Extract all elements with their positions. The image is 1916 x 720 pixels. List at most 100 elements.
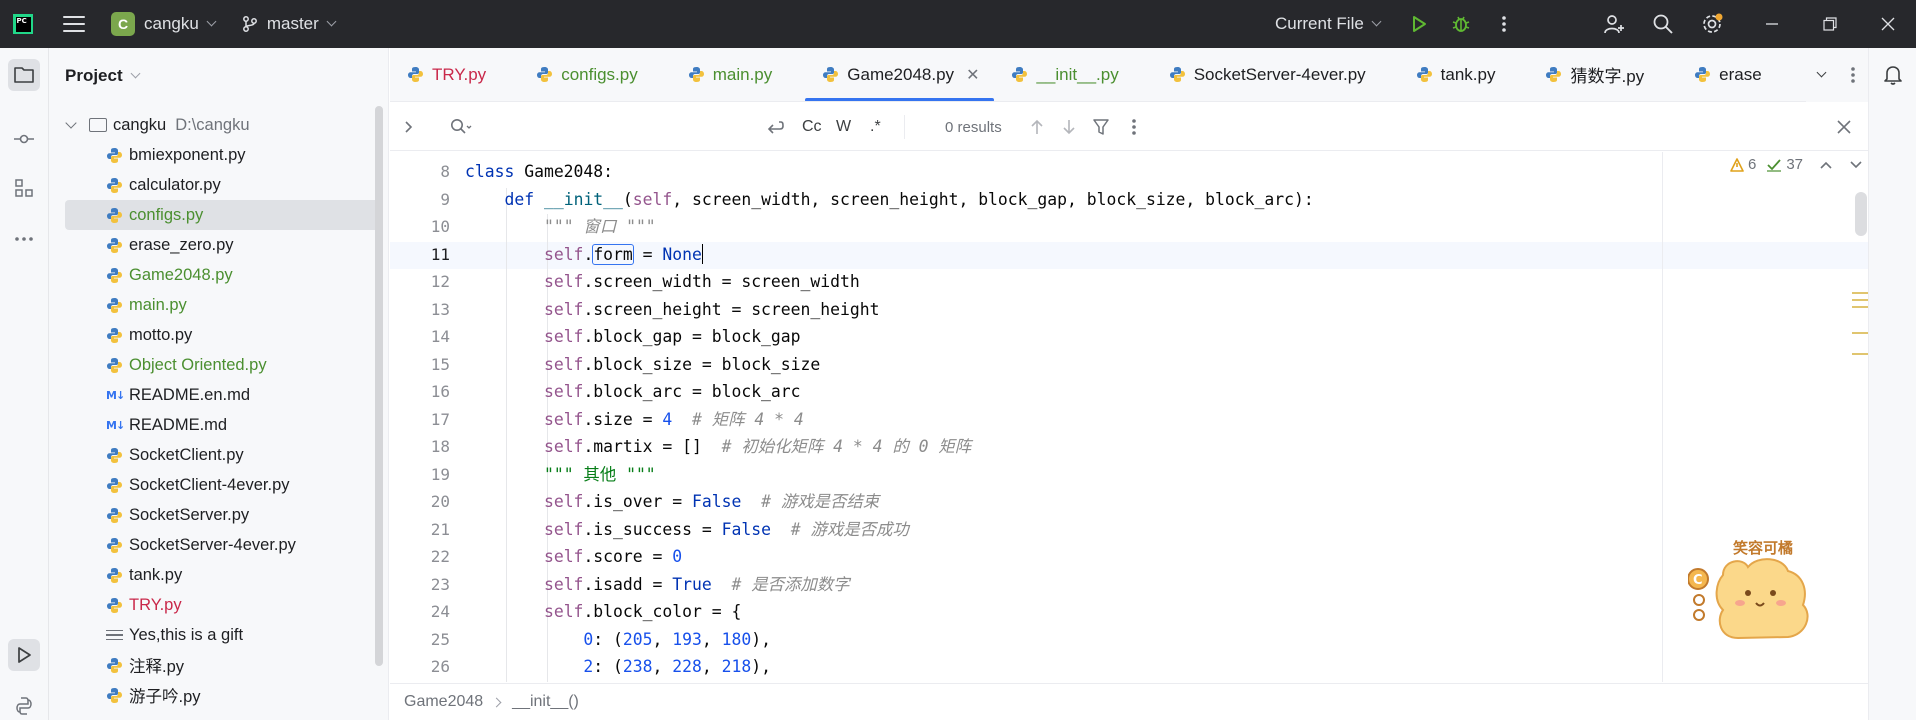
restore-window-icon[interactable] [1818,12,1842,36]
python-console-icon[interactable] [8,690,40,720]
python-file-icon [107,297,122,313]
project-file-row[interactable]: bmiexponent.py [49,140,379,170]
code-line[interactable]: self.isadd = True # 是否添加数字 [465,571,850,599]
project-badge[interactable]: C [111,12,135,36]
code-line[interactable]: self.screen_height = screen_height [465,296,880,324]
next-highlighted-error-icon[interactable] [1849,160,1863,170]
search-icon[interactable] [450,103,472,151]
code-line[interactable]: self.size = 4 # 矩阵 4 * 4 [465,406,804,434]
project-file-row[interactable]: tank.py [49,560,379,590]
minimize-window-icon[interactable] [1760,12,1784,36]
project-file-row[interactable]: Object Oriented.py [49,350,379,380]
code-line[interactable]: def __init__(self, screen_width, screen_… [465,186,1313,214]
previous-occurrence-icon[interactable] [1030,103,1044,151]
notifications-bell-icon[interactable] [1877,59,1909,91]
run-configuration-selector[interactable]: Current File [1275,14,1382,34]
new-line-icon[interactable] [765,103,785,151]
search-input[interactable] [482,103,682,151]
close-tab-icon[interactable]: ✕ [966,65,979,85]
code-line[interactable]: self.block_arc = block_arc [465,378,801,406]
project-file-row[interactable]: SocketServer.py [49,500,379,530]
project-file-row[interactable]: configs.py [65,200,379,230]
editor-tab[interactable]: __init__.py [994,48,1151,101]
line-number-gutter[interactable]: 8 9 10 11 12 13 14 15 16 17 18 19 20 21 22 23 24 25 26 [390,152,450,682]
main-menu-icon[interactable] [63,16,85,32]
project-file-row[interactable]: erase_zero.py [49,230,379,260]
code-line[interactable]: """ 其他 """ [465,461,656,489]
add-user-icon[interactable] [1602,12,1626,36]
search-options-icon[interactable] [1131,103,1137,151]
project-panel-title[interactable]: Project [65,66,141,86]
project-file-row[interactable]: SocketClient-4ever.py [49,470,379,500]
search-everywhere-icon[interactable] [1651,12,1675,36]
code-line[interactable]: self.score = 0 [465,543,682,571]
editor-tab[interactable]: main.py [671,48,806,101]
more-tool-windows-icon[interactable] [8,223,40,255]
project-file-row[interactable]: main.py [49,290,379,320]
editor-scrollbar-thumb[interactable] [1855,192,1867,236]
breadcrumb-class[interactable]: Game2048 [404,693,483,711]
project-file-row[interactable]: Yes,this is a gift [49,620,379,650]
expand-arrow-icon[interactable] [65,117,77,129]
editor-tab-label: SocketServer-4ever.py [1193,64,1366,84]
code-line[interactable]: """ 窗口 """ [465,213,656,241]
project-file-row[interactable]: motto.py [49,320,379,350]
inspection-widget[interactable]: 6 37 [1730,156,1863,173]
editor-tab[interactable]: SocketServer-4ever.py [1152,48,1399,101]
editor-tab[interactable]: TRY.py [390,48,519,101]
commit-tool-window-icon[interactable] [8,123,40,155]
branch-switcher[interactable]: master [267,14,319,34]
expand-replace-icon[interactable] [404,103,414,151]
regex-toggle[interactable]: .* [870,103,881,151]
close-find-bar-icon[interactable] [1836,103,1852,151]
project-file-row[interactable]: SocketServer-4ever.py [49,530,379,560]
debug-icon[interactable] [1449,12,1473,36]
settings-gear-icon[interactable] [1700,12,1724,36]
code-line[interactable]: self.block_size = block_size [465,351,820,379]
run-tool-window-icon[interactable] [8,639,40,671]
project-switcher[interactable]: cangku [144,14,199,34]
project-file-row[interactable]: TRY.py [49,590,379,620]
run-icon[interactable] [1407,12,1431,36]
project-file-row[interactable]: SocketClient.py [49,440,379,470]
editor-tab[interactable]: configs.py [519,48,671,101]
editor-tab[interactable]: Game2048.py ✕ [805,48,995,101]
editor-tab[interactable]: tank.py [1399,48,1529,101]
project-file-row[interactable]: 游子吟.py [49,680,379,710]
project-file-row[interactable]: M↓ README.md [49,410,379,440]
project-scrollbar[interactable] [375,106,383,666]
code-line[interactable]: 2: (238, 228, 218), [465,653,771,681]
code-line[interactable]: class Game2048: [465,158,613,186]
git-branch-icon[interactable] [241,15,259,33]
structure-tool-window-icon[interactable] [8,172,40,204]
code-editor[interactable]: 8 9 10 11 12 13 14 15 16 17 18 19 20 21 22 23 24 25 26 cla… [390,152,1916,682]
editor-tab[interactable]: erase [1677,48,1795,101]
line-number: 21 [430,519,450,539]
breadcrumb-method[interactable]: __init__() [512,693,579,711]
close-window-icon[interactable] [1876,12,1900,36]
project-file-row[interactable]: 注释.py [49,650,379,680]
code-line[interactable]: 0: (205, 193, 180), [465,626,771,654]
project-tool-window-icon[interactable] [8,59,40,91]
code-line[interactable]: self.form = None [465,241,704,269]
code-line[interactable]: self.block_color = { [465,598,741,626]
project-file-row[interactable]: calculator.py [49,170,379,200]
project-root-row[interactable]: cangku D:\cangku [49,110,379,140]
project-file-row[interactable]: Game2048.py [49,260,379,290]
project-file-row[interactable]: M↓ README.en.md [49,380,379,410]
editor-tab[interactable]: 猜数字.py [1528,48,1677,101]
code-line[interactable]: self.martix = [] # 初始化矩阵 4 * 4 的 0 矩阵 [465,433,971,461]
tab-more-icon[interactable] [1850,66,1856,84]
tab-list-dropdown-icon[interactable] [1816,67,1827,78]
match-case-toggle[interactable]: Cc [802,103,822,151]
previous-highlighted-error-icon[interactable] [1819,160,1833,170]
code-line[interactable]: self.block_gap = block_gap [465,323,801,351]
python-file-icon [107,597,122,613]
next-occurrence-icon[interactable] [1062,103,1076,151]
filter-icon[interactable] [1092,103,1110,151]
more-actions-icon[interactable] [1492,12,1516,36]
code-line[interactable]: self.screen_width = screen_width [465,268,860,296]
whole-words-toggle[interactable]: W [836,103,851,151]
code-line[interactable]: self.is_success = False # 游戏是否成功 [465,516,909,544]
code-line[interactable]: self.is_over = False # 游戏是否结束 [465,488,879,516]
